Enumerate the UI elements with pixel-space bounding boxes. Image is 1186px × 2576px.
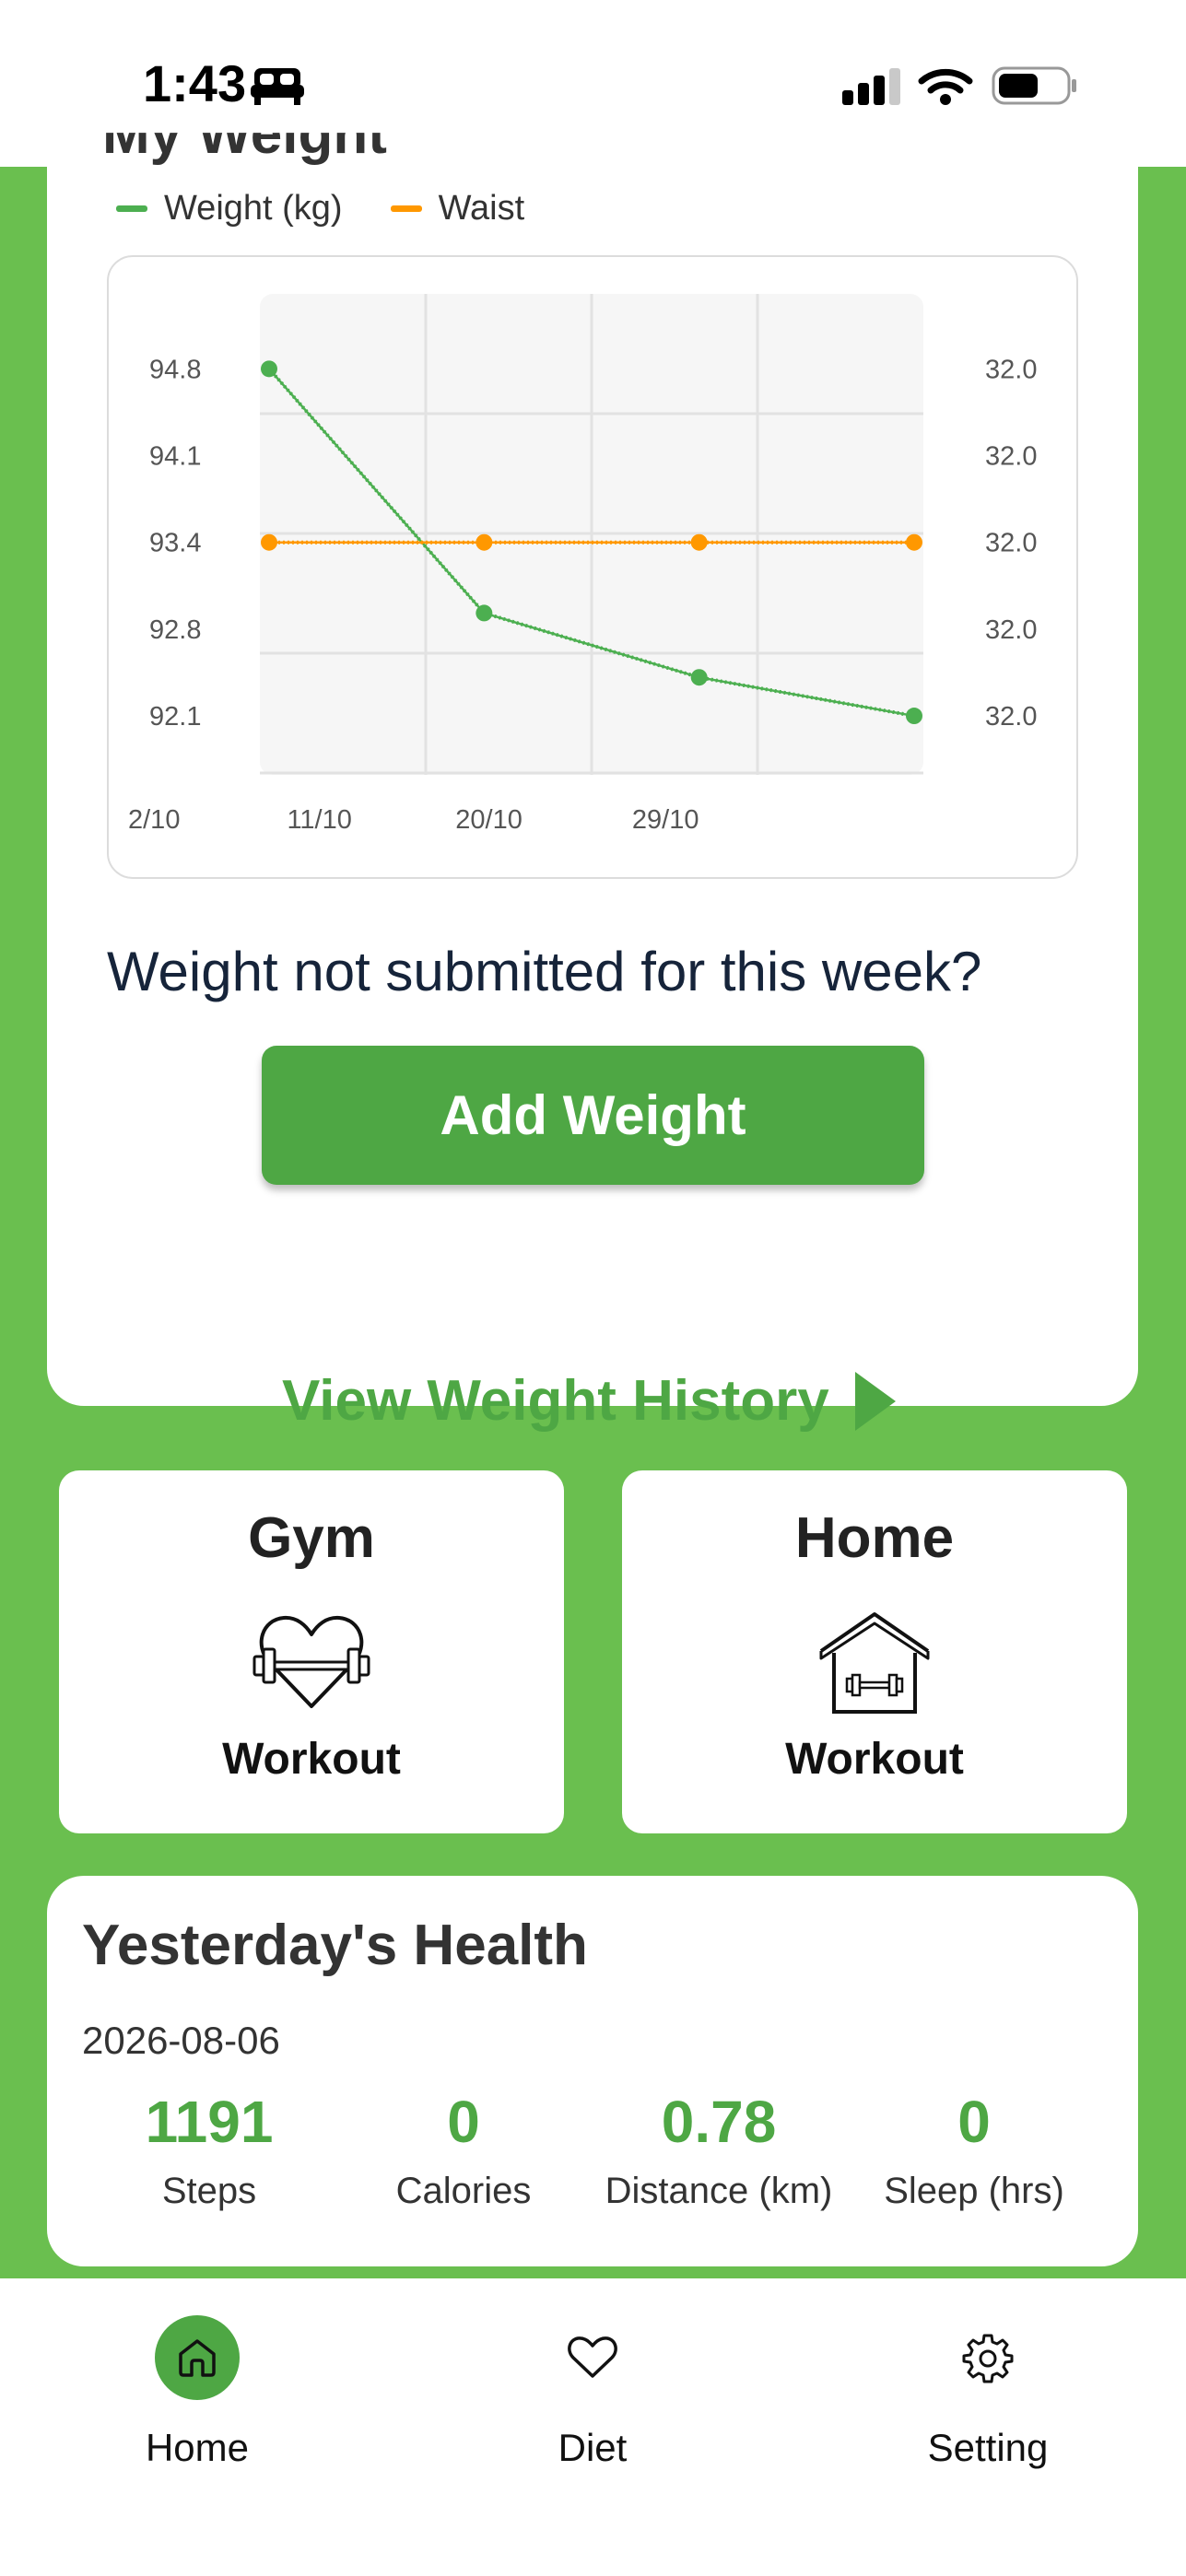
wifi-icon: [918, 68, 973, 105]
nav-item-setting[interactable]: Setting: [850, 2315, 1126, 2470]
metric-calories-label: Calories: [395, 2171, 532, 2211]
metric-steps: 1191 Steps: [80, 2088, 338, 2212]
yesterday-health-card: Yesterday's Health 2026-08-06 1191 Steps…: [47, 1876, 1138, 2266]
x-tick-label: 29/10: [632, 805, 699, 835]
data-point: [476, 533, 493, 551]
bottom-nav: Home Diet Setting: [0, 2278, 1186, 2576]
y-axis-left: 94.8 94.1 93.4 92.8 92.1: [149, 355, 201, 732]
nav-home-active-indicator: [155, 2315, 240, 2400]
health-card-title: Yesterday's Health: [82, 1914, 588, 1977]
metric-distance-label: Distance (km): [605, 2171, 833, 2211]
x-axis: 2/10 11/10 20/10 29/10: [128, 805, 699, 835]
gym-card-subtitle: Workout: [222, 1735, 401, 1784]
play-arrow-icon: [854, 1371, 896, 1431]
view-weight-history-link[interactable]: View Weight History: [282, 1368, 896, 1434]
heart-icon: [568, 2336, 617, 2378]
nav-setting-label: Setting: [927, 2426, 1049, 2469]
y-right-tick-label: 32.0: [985, 529, 1037, 558]
legend-weight-swatch: [116, 205, 147, 212]
nav-diet-icon-wrap: [550, 2315, 635, 2400]
nav-diet-label: Diet: [558, 2426, 628, 2469]
data-point: [476, 604, 493, 622]
metric-distance: 0.78 Distance (km): [590, 2088, 848, 2212]
bed-icon: [251, 68, 304, 105]
view-weight-history-label: View Weight History: [282, 1369, 829, 1433]
y-right-tick-label: 32.0: [985, 355, 1037, 384]
nav-setting-icon-wrap: [945, 2315, 1030, 2400]
chart-legend: Weight (kg) Waist: [116, 189, 524, 228]
health-date: 2026-08-06: [82, 2019, 280, 2062]
y-left-tick-label: 94.1: [149, 442, 201, 472]
nav-home-label: Home: [145, 2426, 250, 2469]
home-workout-card[interactable]: Home Workout: [622, 1470, 1127, 1833]
nav-item-diet[interactable]: Diet: [454, 2315, 731, 2470]
x-tick-label: 20/10: [455, 805, 523, 835]
x-tick-label: 2/10: [128, 805, 180, 835]
data-point: [261, 533, 277, 551]
add-weight-button[interactable]: Add Weight: [262, 1046, 924, 1185]
y-left-tick-label: 94.8: [149, 355, 201, 384]
weight-prompt: Weight not submitted for this week?: [107, 941, 982, 1002]
y-left-tick-label: 93.4: [149, 529, 201, 558]
status-time: 1:43: [143, 54, 247, 112]
metric-sleep-value: 0: [957, 2089, 991, 2155]
battery-icon: [992, 66, 1076, 105]
gear-icon: [962, 2334, 1014, 2383]
signal-icon: [842, 68, 900, 105]
metric-sleep: 0 Sleep (hrs): [845, 2088, 1103, 2212]
legend-weight-label: Weight (kg): [164, 189, 343, 228]
data-point: [906, 533, 922, 551]
home-card-subtitle: Workout: [785, 1735, 964, 1784]
metric-steps-value: 1191: [145, 2089, 274, 2155]
y-right-tick-label: 32.0: [985, 615, 1037, 645]
house-dumbbell-icon: [819, 1612, 930, 1714]
metric-calories: 0 Calories: [335, 2088, 593, 2212]
weight-chart-frame: 94.8 94.1 93.4 92.8 92.1 32.0 32.0 32.0 32.0 32.…: [107, 255, 1078, 879]
y-left-tick-label: 92.8: [149, 615, 201, 645]
metric-calories-value: 0: [447, 2089, 480, 2155]
y-axis-right: 32.0 32.0 32.0 32.0 32.0: [985, 355, 1037, 732]
legend-waist-label: Waist: [438, 189, 525, 228]
metric-distance-value: 0.78: [661, 2089, 777, 2155]
data-point: [690, 669, 708, 686]
home-icon: [179, 2339, 216, 2377]
x-tick-label: 11/10: [287, 805, 351, 835]
y-right-tick-label: 32.0: [985, 702, 1037, 732]
metric-steps-label: Steps: [161, 2171, 257, 2211]
weight-card: My Weight Weight (kg) Waist 94.8 94.1 93.4…: [47, 133, 1138, 1433]
data-point: [261, 360, 277, 378]
home-card-title: Home: [794, 1506, 955, 1570]
legend-waist-swatch: [390, 205, 422, 212]
nav-item-home[interactable]: Home: [59, 2315, 335, 2470]
y-right-tick-label: 32.0: [985, 442, 1037, 472]
metric-sleep-label: Sleep (hrs): [884, 2171, 1064, 2211]
legend-waist: Waist: [390, 189, 525, 228]
gym-workout-card[interactable]: Gym Workout: [59, 1470, 564, 1833]
data-point: [906, 708, 922, 725]
weight-chart: 94.894.193.492.892.1 32.032.032.032.032.…: [128, 294, 1037, 835]
legend-weight: Weight (kg): [116, 189, 343, 228]
gym-card-title: Gym: [248, 1506, 375, 1570]
y-left-tick-label: 92.1: [149, 702, 201, 732]
heart-dumbbell-icon: [252, 1615, 370, 1708]
data-point: [690, 533, 708, 551]
